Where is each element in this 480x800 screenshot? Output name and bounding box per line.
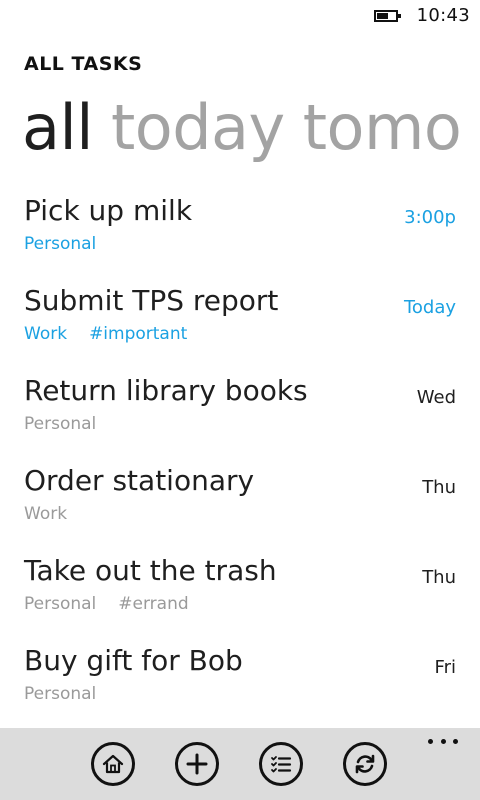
pivot-item-tomorrow[interactable]: tomo (303, 91, 462, 164)
task-item[interactable]: Buy gift for Bob Personal Fri (0, 642, 480, 732)
task-tags: Personal (24, 412, 118, 436)
task-tags: Work #important (24, 322, 209, 346)
task-item[interactable]: Order stationary Work Thu (0, 462, 480, 552)
task-tag: Work (24, 504, 68, 524)
task-tag: #important (89, 324, 188, 344)
task-list: Pick up milk Personal 3:00p Submit TPS r… (0, 192, 480, 732)
app-bar (0, 728, 480, 800)
task-due: Today (403, 297, 456, 318)
battery-icon (374, 10, 401, 22)
ellipsis-icon (428, 738, 433, 744)
pivot-item-today[interactable]: today (111, 91, 285, 164)
ellipsis-icon (440, 738, 446, 744)
task-title: Return library books (24, 374, 308, 407)
task-title: Take out the trash (24, 554, 277, 587)
home-icon (101, 752, 125, 776)
task-item[interactable]: Submit TPS report Work #important Today (0, 282, 480, 372)
task-item[interactable]: Take out the trash Personal #errand Thu (0, 552, 480, 642)
task-tags: Personal (24, 232, 118, 256)
task-title: Submit TPS report (24, 284, 279, 317)
sync-button[interactable] (343, 742, 387, 786)
more-options-button[interactable] (428, 734, 458, 748)
add-task-button[interactable] (175, 742, 219, 786)
task-due: Fri (434, 657, 456, 678)
pivot-header: all today tomo (22, 88, 479, 168)
pivot-item-all[interactable]: all (22, 91, 93, 164)
task-title: Order stationary (24, 464, 255, 497)
sync-icon (353, 752, 377, 776)
checklist-icon (269, 752, 293, 776)
task-item[interactable]: Return library books Personal Wed (0, 372, 480, 462)
status-clock: 10:43 (416, 5, 470, 26)
task-due: Thu (422, 567, 456, 588)
task-tags: Personal (24, 682, 118, 706)
add-icon (185, 752, 209, 776)
task-tag: #errand (118, 594, 189, 614)
task-title: Pick up milk (24, 194, 193, 227)
task-tag: Personal (24, 594, 97, 614)
task-tags: Work (24, 502, 89, 526)
task-tag: Personal (24, 234, 97, 254)
app-title: ALL TASKS (24, 53, 143, 75)
select-tasks-button[interactable] (259, 742, 303, 786)
home-button[interactable] (91, 742, 135, 786)
task-due: Thu (422, 477, 456, 498)
task-tags: Personal #errand (24, 592, 211, 616)
task-tag: Work (24, 324, 68, 344)
status-bar: 10:43 (0, 0, 480, 32)
ellipsis-icon (453, 738, 458, 744)
task-tag: Personal (24, 414, 97, 434)
task-tag: Personal (24, 684, 97, 704)
task-item[interactable]: Pick up milk Personal 3:00p (0, 192, 480, 282)
task-title: Buy gift for Bob (24, 644, 243, 677)
task-due: 3:00p (404, 207, 456, 228)
task-due: Wed (416, 387, 456, 408)
